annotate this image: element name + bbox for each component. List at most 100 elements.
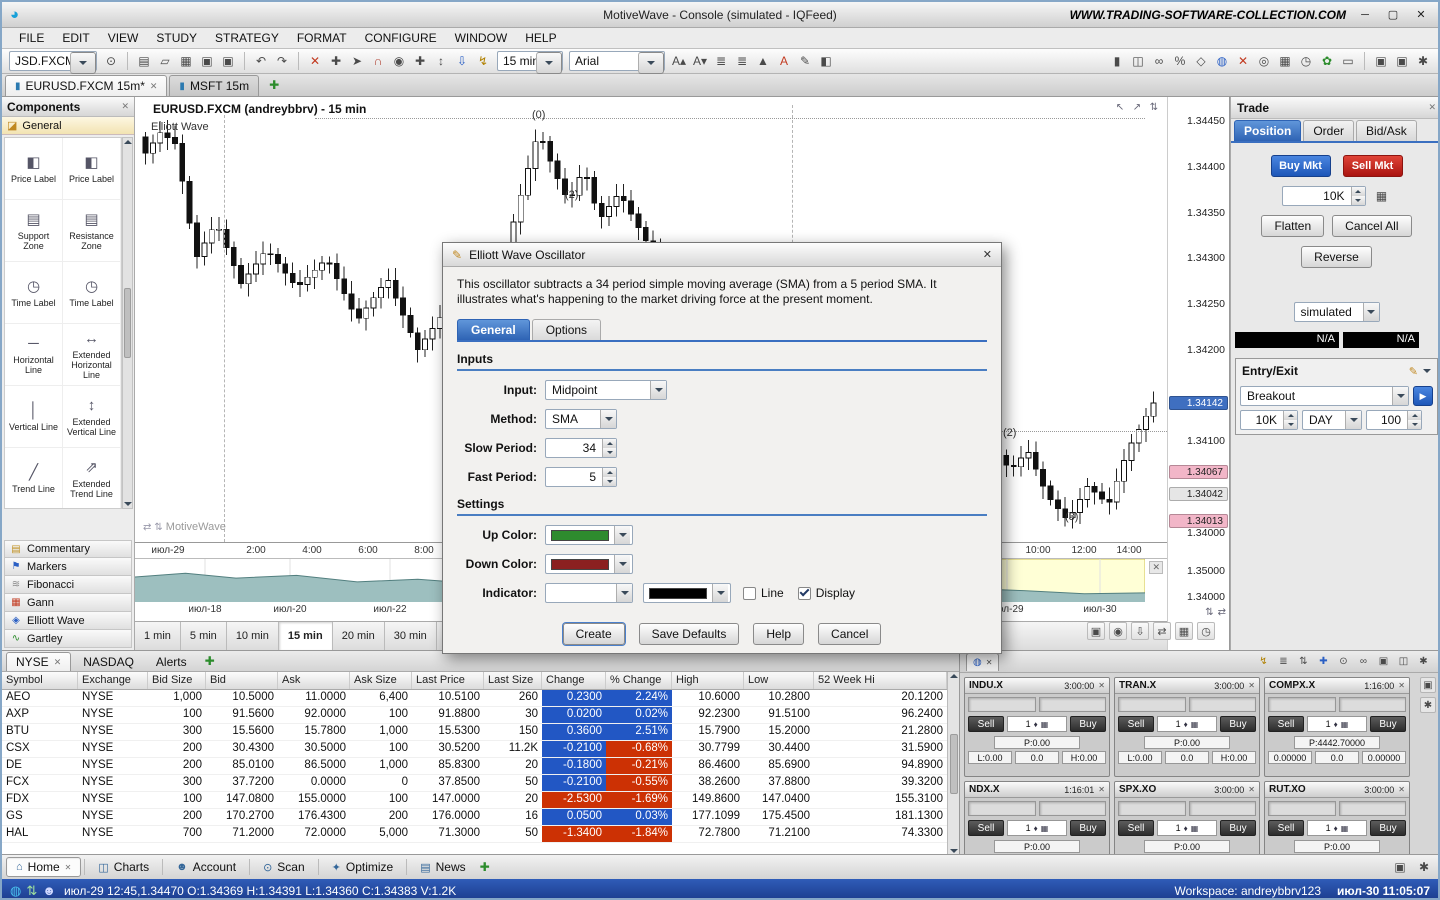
- quote-row-DE[interactable]: DENYSE20085.010086.50001,00085.830020-0.…: [2, 758, 947, 775]
- dom-widget-NDX.X[interactable]: NDX.X1:16:01✕Sell1♦▦BuyP:0.00L:0.000.0H:…: [964, 781, 1110, 855]
- spin-down-icon[interactable]: [603, 448, 616, 457]
- line-thickness-icon[interactable]: ≣: [711, 51, 731, 71]
- save-icon[interactable]: ▦: [176, 51, 196, 71]
- pin-icon[interactable]: ◉: [389, 51, 409, 71]
- page-icon[interactable]: ▣: [1375, 653, 1392, 670]
- chevron-down-icon[interactable]: [1423, 369, 1431, 373]
- flatten-button[interactable]: Flatten: [1261, 215, 1324, 237]
- help-button[interactable]: Help: [753, 623, 804, 645]
- chevron-down-icon[interactable]: [1345, 411, 1361, 429]
- scroll-down-icon[interactable]: ⇄: [1218, 607, 1226, 618]
- timeframe-button-15min[interactable]: 15 min: [279, 622, 333, 650]
- dialog-tab-options[interactable]: Options: [532, 319, 601, 340]
- column-header--change[interactable]: % Change: [606, 672, 672, 689]
- chart-type-icon[interactable]: ▮: [1107, 51, 1127, 71]
- marker-icon[interactable]: ▲: [753, 51, 773, 71]
- search-icon[interactable]: ⊙: [1335, 653, 1352, 670]
- doc-tab-msft[interactable]: ▮MSFT 15m: [169, 75, 259, 96]
- component-extended-vertical-line[interactable]: ↕Extended Vertical Line: [63, 386, 121, 448]
- dialog-title-bar[interactable]: ✎ Elliott Wave Oscillator ✕: [443, 243, 1001, 267]
- bar-spacing-icon[interactable]: ≣: [732, 51, 752, 71]
- panel-layout-icon[interactable]: ◫: [1128, 51, 1148, 71]
- down-color-select[interactable]: [545, 554, 633, 574]
- pen-icon[interactable]: ✎: [795, 51, 815, 71]
- dom-quantity-stepper[interactable]: 1♦▦: [1307, 820, 1367, 836]
- chevron-down-icon[interactable]: [70, 52, 96, 74]
- components-group-elliott-wave[interactable]: ◈Elliott Wave: [4, 612, 132, 630]
- edit-strategy-icon[interactable]: ✎: [1409, 365, 1418, 378]
- close-button[interactable]: ✕: [1412, 8, 1430, 21]
- dom-buy-button[interactable]: Buy: [1370, 820, 1406, 836]
- dom-buy-button[interactable]: Buy: [1370, 716, 1406, 732]
- dom-sell-button[interactable]: Sell: [1268, 820, 1304, 836]
- timeframe-button-1min[interactable]: 1 min: [135, 622, 181, 650]
- component-time-label[interactable]: ◷Time Label: [5, 262, 63, 324]
- font-color-icon[interactable]: A: [774, 51, 794, 71]
- grid-icon[interactable]: ▦: [1275, 51, 1295, 71]
- dom-quantity-stepper[interactable]: 1♦▦: [1157, 716, 1217, 732]
- dom-sell-button[interactable]: Sell: [1268, 716, 1304, 732]
- strategy-select[interactable]: Breakout: [1240, 386, 1409, 406]
- trade-tab-order[interactable]: Order: [1303, 120, 1354, 141]
- component-time-label[interactable]: ◷Time Label: [63, 262, 121, 324]
- grid-icon[interactable]: ▦: [1041, 824, 1049, 833]
- toolbar-settings-icon[interactable]: ✱: [1413, 51, 1433, 71]
- chevron-down-icon[interactable]: [638, 52, 664, 74]
- offset-stepper[interactable]: 100: [1366, 410, 1422, 430]
- replay-icon[interactable]: ↯: [473, 51, 493, 71]
- grid-icon[interactable]: ▦: [1341, 720, 1349, 729]
- dom-quantity-stepper[interactable]: 1♦▦: [1007, 716, 1067, 732]
- chevron-down-icon[interactable]: [600, 410, 616, 428]
- taskbar-item-news[interactable]: ▤News: [410, 857, 475, 877]
- line-checkbox[interactable]: [743, 587, 756, 600]
- expand-icon[interactable]: ⇅: [154, 522, 162, 533]
- strategy-qty-stepper[interactable]: 10K: [1240, 410, 1298, 430]
- dom-sell-button[interactable]: Sell: [1118, 820, 1154, 836]
- quote-row-BTU[interactable]: BTUNYSE30015.560015.78001,00015.53001500…: [2, 724, 947, 741]
- spin-up-icon[interactable]: [603, 439, 616, 448]
- quote-row-HAL[interactable]: HALNYSE70071.200072.00005,00071.300050-1…: [2, 826, 947, 843]
- sell-mkt-button[interactable]: Sell Mkt: [1343, 155, 1403, 177]
- components-close-icon[interactable]: ✕: [121, 101, 129, 112]
- menu-study[interactable]: STUDY: [147, 29, 206, 47]
- dom-quantity-stepper[interactable]: 1♦▦: [1007, 820, 1067, 836]
- menu-configure[interactable]: CONFIGURE: [356, 29, 446, 47]
- spin-down-icon[interactable]: [1408, 420, 1421, 429]
- dom-widget-RUT.XO[interactable]: RUT.XO3:00:00✕Sell1♦▦BuyP:0.00L:0.000.0H…: [1264, 781, 1410, 855]
- chevron-down-icon[interactable]: [712, 584, 728, 602]
- undo-icon[interactable]: ↶: [251, 51, 271, 71]
- eye-icon[interactable]: ◉: [1109, 622, 1127, 640]
- indicator-select[interactable]: [545, 583, 633, 603]
- component-extended-horizontal-line[interactable]: ↔Extended Horizontal Line: [63, 324, 121, 386]
- lightning-icon[interactable]: ↯: [1255, 653, 1272, 670]
- save-defaults-button[interactable]: Save Defaults: [639, 623, 740, 645]
- layout-icon[interactable]: ◫: [1395, 653, 1412, 670]
- timeframe-button-30min[interactable]: 30 min: [385, 622, 437, 650]
- gear-icon[interactable]: ✱: [1415, 653, 1432, 670]
- components-scrollbar[interactable]: [122, 137, 133, 509]
- dock-window-icon[interactable]: ▣: [1392, 51, 1412, 71]
- minimize-button[interactable]: ─: [1356, 9, 1374, 21]
- column-header-bid-size[interactable]: Bid Size: [148, 672, 206, 689]
- quote-row-GS[interactable]: GSNYSE200170.2700176.4300200176.0000160.…: [2, 809, 947, 826]
- menu-help[interactable]: HELP: [516, 29, 565, 47]
- add-symbol-icon[interactable]: ✚: [1315, 653, 1332, 670]
- component-extended-trend-line[interactable]: ⇗Extended Trend Line: [63, 448, 121, 509]
- dom-quantity-stepper[interactable]: 1♦▦: [1307, 716, 1367, 732]
- eco-icon[interactable]: ✿: [1317, 51, 1337, 71]
- input-select[interactable]: Midpoint: [545, 380, 667, 400]
- cancel-all-button[interactable]: Cancel All: [1332, 215, 1411, 237]
- tab-close-icon[interactable]: ✕: [54, 657, 62, 668]
- components-group-gann[interactable]: ▦Gann: [4, 594, 132, 612]
- study-label[interactable]: Elliott Wave: [151, 121, 209, 133]
- time-icon[interactable]: ◷: [1197, 622, 1215, 640]
- workspace-settings-icon[interactable]: ✱: [1414, 857, 1434, 877]
- quote-row-CSX[interactable]: CSXNYSE20030.430030.500010030.520011.2K-…: [2, 741, 947, 758]
- add-icon[interactable]: ✚: [410, 51, 430, 71]
- scale-icon[interactable]: ↕: [431, 51, 451, 71]
- quote-row-FDX[interactable]: FDXNYSE100147.0800155.0000100147.000020-…: [2, 792, 947, 809]
- buy-mkt-button[interactable]: Buy Mkt: [1271, 155, 1331, 177]
- target-icon[interactable]: ◎: [1254, 51, 1274, 71]
- interval-combo[interactable]: 15 min: [497, 51, 563, 71]
- dom-widget-SPX.XO[interactable]: SPX.XO3:00:00✕Sell1♦▦BuyP:0.00L:0.000.0H…: [1114, 781, 1260, 855]
